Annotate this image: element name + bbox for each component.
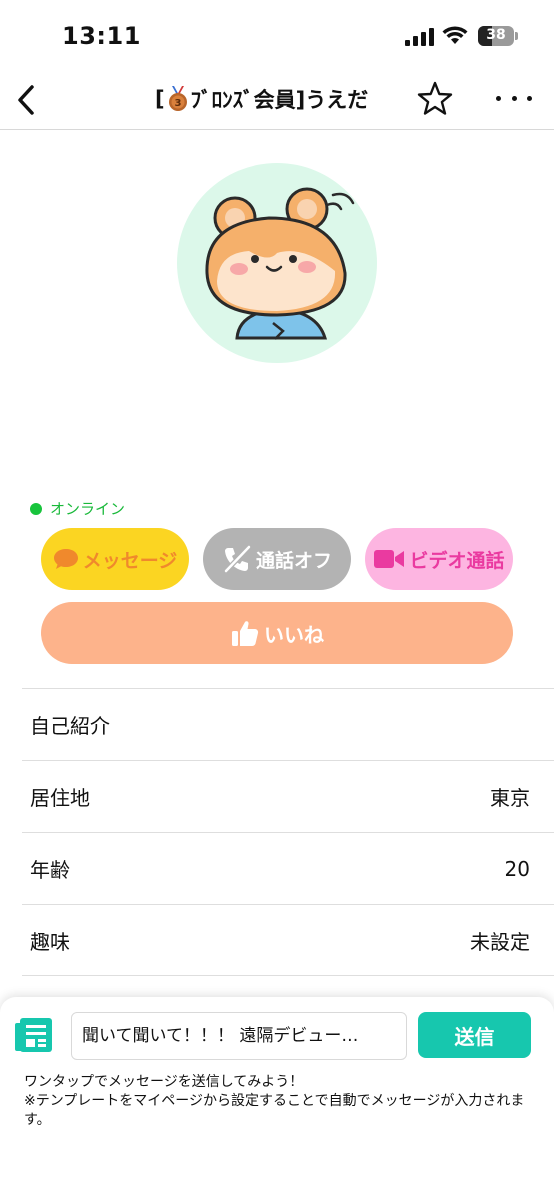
hamster-avatar-illustration	[205, 187, 355, 340]
quick-message-hint: ワンタップでメッセージを送信してみよう！ ※テンプレートをマイページから設定する…	[24, 1073, 534, 1130]
row-label: 自己紹介	[30, 714, 110, 738]
row-value: 20	[504, 856, 530, 881]
title-bracket: [	[155, 87, 165, 111]
call-off-button[interactable]: 通話オフ	[203, 528, 351, 590]
like-button[interactable]: いいね	[41, 602, 513, 664]
more-dot	[511, 95, 517, 101]
thumbs-up-icon	[232, 621, 259, 646]
template-icon[interactable]	[14, 1015, 54, 1055]
page-title: [ 3 ﾌﾞﾛﾝｽﾞ会員]うえだ	[155, 84, 368, 114]
call-off-label: 通話オフ	[255, 549, 332, 572]
message-input[interactable]: 聞いて聞いて！！！ 遠隔デビュー…	[71, 1012, 407, 1060]
online-dot-icon	[30, 502, 42, 515]
divider	[22, 975, 554, 976]
like-button-label: いいね	[264, 622, 324, 647]
back-chevron-icon	[18, 85, 34, 115]
back-button[interactable]	[8, 80, 44, 120]
status-bar: 13:11 38	[0, 0, 554, 70]
profile-row-age: 年齢 20	[22, 832, 554, 904]
signal-icon	[405, 28, 434, 46]
more-button[interactable]	[496, 86, 532, 110]
row-value: 東京	[490, 786, 530, 810]
video-camera-icon	[374, 550, 405, 568]
row-label: 居住地	[30, 786, 90, 810]
message-button-label: メッセージ	[82, 549, 178, 572]
profile-row-hobby: 趣味 未設定	[22, 904, 554, 976]
send-button[interactable]: 送信	[418, 1012, 531, 1058]
profile-row-intro[interactable]: 自己紹介	[22, 688, 554, 760]
online-label: オンライン	[50, 500, 126, 518]
battery-level: 38	[486, 27, 506, 43]
profile-row-residence: 居住地 東京	[22, 760, 554, 832]
bronze-medal-icon: 3	[168, 86, 187, 111]
battery-tip	[515, 32, 518, 40]
nav-bar: [ 3 ﾌﾞﾛﾝｽﾞ会員]うえだ	[0, 70, 554, 130]
row-value: 未設定	[470, 930, 530, 954]
more-dot	[496, 95, 501, 101]
online-status: オンライン	[30, 498, 125, 519]
title-text: ﾌﾞﾛﾝｽﾞ会員]うえだ	[190, 88, 369, 112]
hint-line-1: ワンタップでメッセージを送信してみよう！	[24, 1074, 304, 1090]
wifi-icon	[442, 26, 468, 44]
video-call-label: ビデオ通話	[409, 549, 505, 572]
hint-line-2: ※テンプレートをマイページから設定することで自動でメッセージが入力されます。	[24, 1093, 525, 1128]
quick-message-panel: 聞いて聞いて！！！ 遠隔デビュー… 送信 ワンタップでメッセージを送信してみよう…	[0, 997, 554, 1199]
status-time: 13:11	[62, 22, 141, 50]
battery-icon: 38	[478, 26, 514, 46]
message-button[interactable]: メッセージ	[41, 528, 189, 590]
phone-off-icon	[224, 545, 251, 573]
video-call-button[interactable]: ビデオ通話	[365, 528, 513, 590]
row-label: 年齢	[30, 858, 70, 882]
speech-bubble-icon	[53, 549, 78, 569]
more-dot	[527, 95, 532, 101]
row-label: 趣味	[30, 930, 70, 954]
star-outline-icon[interactable]	[416, 80, 454, 118]
avatar[interactable]	[177, 163, 377, 363]
svg-text:3: 3	[174, 98, 181, 109]
